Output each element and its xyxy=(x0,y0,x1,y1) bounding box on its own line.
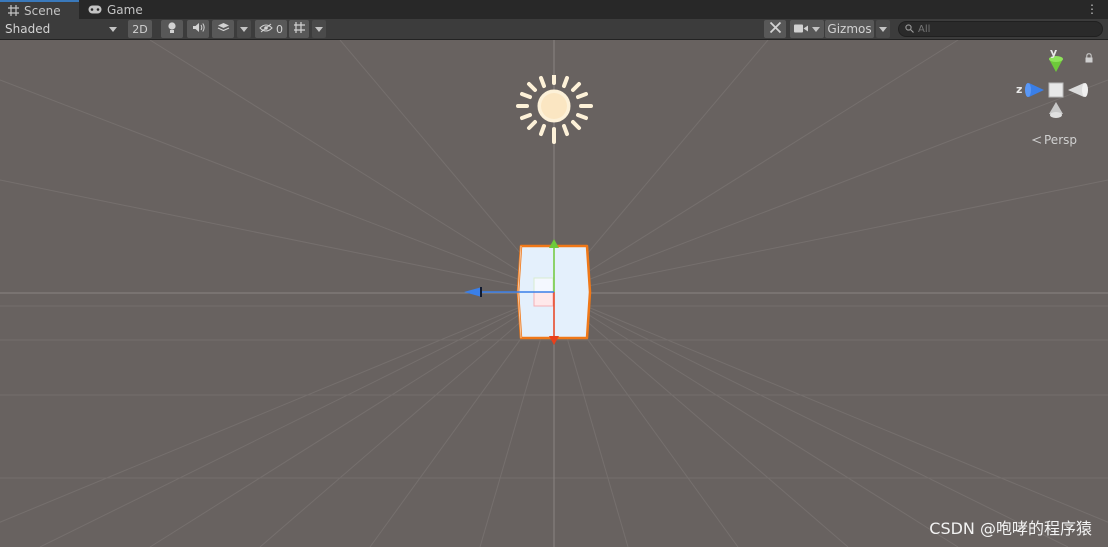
2d-toggle-button[interactable]: 2D xyxy=(128,20,152,38)
tab-bar: Scene Game ⋮ xyxy=(0,0,1108,19)
scene-visibility-toggle[interactable]: 0 xyxy=(255,20,287,38)
gamepad-icon xyxy=(88,5,102,14)
lock-icon[interactable] xyxy=(1085,52,1093,66)
tools-button[interactable] xyxy=(764,20,786,38)
effects-toggle-button[interactable] xyxy=(212,20,234,38)
shading-mode-value: Shaded xyxy=(5,22,51,36)
lighting-toggle-button[interactable] xyxy=(161,20,183,38)
tab-scene[interactable]: Scene xyxy=(0,0,79,19)
grid-icon xyxy=(8,5,19,16)
scene-viewport[interactable]: y z Persp CSDN @咆哮的程序猿 xyxy=(0,40,1108,547)
watermark: CSDN @咆哮的程序猿 xyxy=(929,519,1092,538)
tab-game-label: Game xyxy=(107,2,143,17)
more-options-icon[interactable]: ⋮ xyxy=(1086,2,1098,16)
directional-light-icon[interactable] xyxy=(513,75,595,145)
search-input[interactable] xyxy=(918,23,1088,35)
chevron-down-icon xyxy=(879,26,887,32)
grid-dropdown[interactable] xyxy=(312,20,326,38)
2d-label: 2D xyxy=(132,22,148,36)
gizmos-label: Gizmos xyxy=(827,22,872,36)
camera-icon xyxy=(794,23,808,36)
chevron-down-icon xyxy=(812,26,820,32)
shading-mode-dropdown[interactable]: Shaded xyxy=(0,19,122,39)
tab-game[interactable]: Game xyxy=(80,0,151,19)
camera-settings-button[interactable] xyxy=(790,20,824,38)
layers-icon xyxy=(217,22,230,36)
hidden-eye-icon xyxy=(259,23,273,36)
hidden-count: 0 xyxy=(276,22,283,36)
gizmos-dropdown[interactable] xyxy=(876,20,890,38)
grid-toggle-button[interactable] xyxy=(289,20,309,38)
projection-label: Persp xyxy=(1044,133,1077,147)
lightbulb-icon xyxy=(167,21,177,37)
projection-toggle[interactable]: Persp xyxy=(1031,133,1077,147)
perspective-icon xyxy=(1031,133,1042,147)
audio-toggle-button[interactable] xyxy=(187,20,209,38)
scene-toolbar: Shaded 2D 0 Gizmos All xyxy=(0,19,1108,40)
chevron-down-icon xyxy=(109,26,117,32)
gizmos-button[interactable]: Gizmos xyxy=(825,20,874,38)
scene-search[interactable] xyxy=(898,21,1103,37)
tools-icon xyxy=(769,21,782,37)
selected-cube[interactable] xyxy=(460,236,600,352)
speaker-icon xyxy=(192,22,205,36)
gizmo-z-label: z xyxy=(1016,83,1023,96)
grid-icon xyxy=(293,21,306,37)
gizmo-y-label: y xyxy=(1050,46,1058,59)
chevron-down-icon xyxy=(315,26,323,32)
tab-scene-label: Scene xyxy=(24,3,61,18)
search-icon xyxy=(905,22,914,36)
chevron-down-icon xyxy=(240,26,248,32)
effects-dropdown[interactable] xyxy=(237,20,251,38)
